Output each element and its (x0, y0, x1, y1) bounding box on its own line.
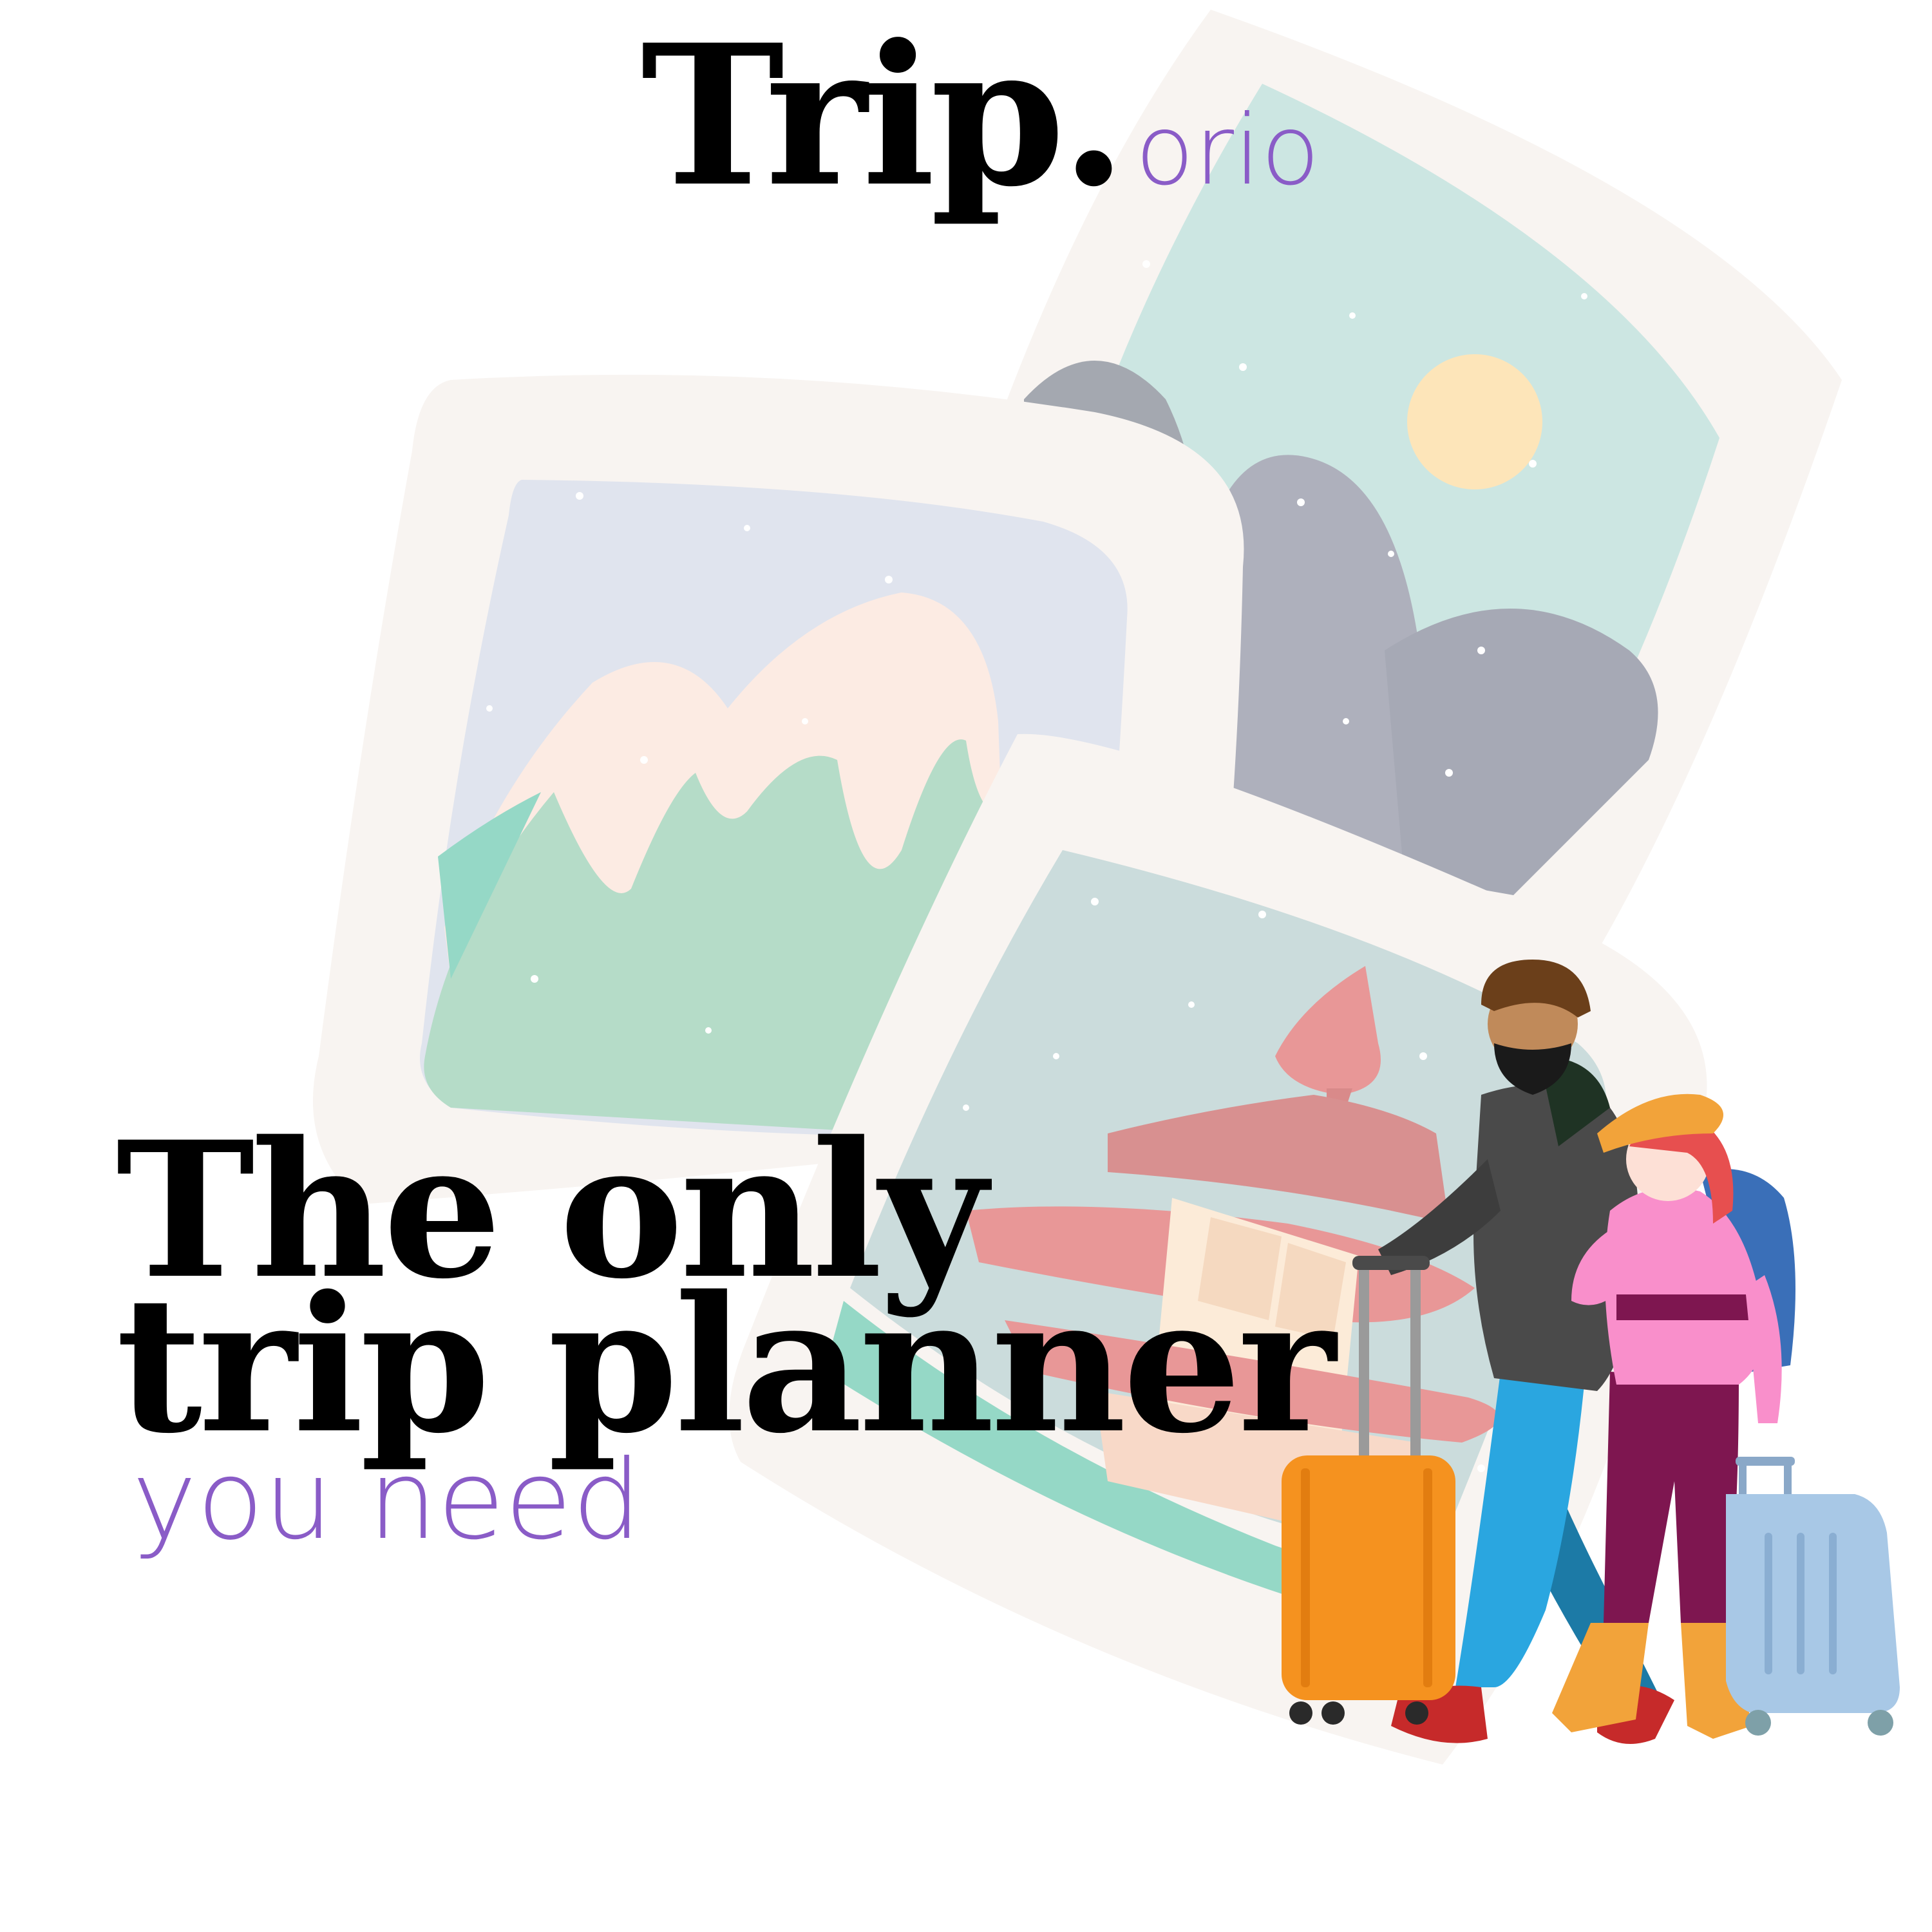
headline: The only trip planner (116, 1117, 1336, 1475)
brand-suffix: orio (1135, 95, 1320, 207)
headline-line-2: trip planner (116, 1256, 1336, 1475)
sun-icon (1407, 354, 1542, 489)
travel-illustration (312, 10, 1900, 1765)
tagline: you need (132, 1437, 642, 1564)
brand-logo: Trip. orio (641, 19, 1320, 213)
brand-name: Trip. (641, 2, 1128, 229)
blue-suitcase-icon (1726, 1457, 1900, 1736)
